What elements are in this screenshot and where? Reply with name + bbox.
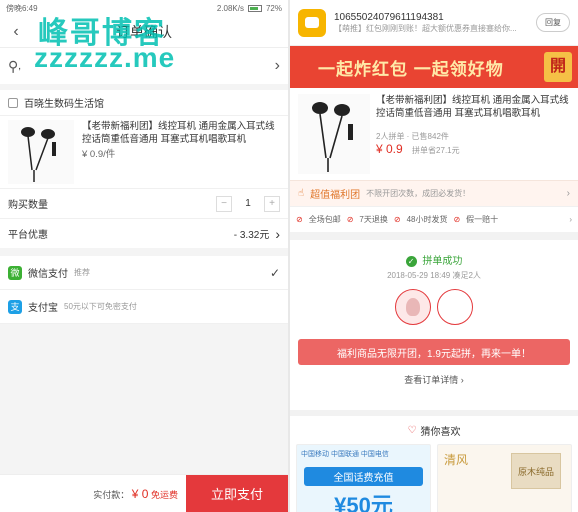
location-pin-icon: ⚲ bbox=[8, 57, 19, 74]
discount-row[interactable]: 平台优惠 - 3.32元 › bbox=[0, 218, 288, 248]
free-shipping-text: 免运费 bbox=[150, 489, 178, 500]
order-confirm-screen: 傍晚6:49 2.08K/s 72% ‹ 订单确认 ⚲ , › 百晓生数码生活馆 bbox=[0, 0, 288, 512]
sms-sender: 10655024079611194381 bbox=[334, 11, 444, 23]
open-packet-tag: 開 bbox=[544, 52, 572, 82]
network-speed: 2.08K/s bbox=[216, 3, 244, 13]
page-title: 订单确认 bbox=[116, 23, 172, 40]
shop-row[interactable]: 百晓生数码生活馆 bbox=[0, 90, 288, 116]
success-check-icon: ✓ bbox=[405, 256, 417, 267]
check-circle-icon: ⊘ bbox=[393, 215, 401, 224]
card-value: ¥50元 bbox=[334, 493, 393, 512]
recommend-card-tissue[interactable]: 清风 原木纯品 bbox=[437, 444, 572, 512]
payment-option-wechat[interactable]: 微 微信支付 推荐 ✓ bbox=[0, 256, 288, 290]
recommend-cards: 中国移动 中国联通 中国电信 全国话费充值 ¥50元 清风 原木纯品 bbox=[290, 444, 578, 512]
saving-text: 拼单省27.1元 bbox=[412, 146, 460, 155]
sms-notification[interactable]: 10655024079611194381 【萌推】红包刚刚到账！超大额优惠券直接… bbox=[290, 0, 578, 46]
recommend-title: 猜你喜欢 bbox=[420, 426, 461, 438]
header: ‹ 订单确认 bbox=[0, 16, 288, 48]
quantity-plus-button[interactable]: + bbox=[264, 195, 280, 212]
product-price: ¥ 0.9 bbox=[376, 142, 403, 156]
product-image bbox=[8, 120, 74, 184]
product-card[interactable]: 【老带新福利团】线控耳机 通用金属入耳式线控话筒重低音通用 耳塞式耳机唱歌耳机 … bbox=[290, 88, 578, 180]
product-price: ¥ 0.9/件 bbox=[82, 149, 116, 160]
quantity-minus-button[interactable]: − bbox=[216, 195, 232, 212]
guarantee-item: 48小时发货 bbox=[406, 215, 448, 224]
heart-icon: ♡ bbox=[407, 424, 417, 436]
payment-sub: 推荐 bbox=[74, 268, 90, 277]
chevron-right-icon: › bbox=[275, 225, 280, 242]
guarantee-item: 全场包邮 bbox=[308, 215, 341, 224]
alipay-icon: 支 bbox=[8, 299, 22, 314]
welfare-desc: 不限开团次数，成团必发货！ bbox=[366, 189, 471, 198]
checkout-bar: 实付款： ¥ 0 免运费 立即支付 bbox=[0, 474, 288, 512]
battery-percent: 72% bbox=[265, 3, 282, 13]
paid-amount: ¥ 0 bbox=[131, 486, 149, 501]
group-success-section: ✓ 拼单成功 2018-05-29 18:49 凑足2人 福利商品无限开团，1.… bbox=[290, 240, 578, 410]
payment-name: 支付宝 bbox=[28, 303, 58, 314]
check-icon: ✓ bbox=[269, 265, 280, 280]
payment-option-alipay[interactable]: 支 支付宝 50元以下可免密支付 bbox=[0, 290, 288, 324]
reply-button[interactable]: 回复 bbox=[536, 13, 570, 32]
address-row[interactable]: ⚲ , › bbox=[0, 48, 288, 90]
member-avatars bbox=[290, 289, 578, 325]
wechat-pay-icon: 微 bbox=[8, 265, 22, 280]
discount-value: - 3.32元 bbox=[233, 230, 270, 241]
check-circle-icon: ⊘ bbox=[296, 215, 303, 224]
recommend-header: ♡ 猜你喜欢 bbox=[290, 416, 578, 444]
product-image bbox=[298, 94, 370, 174]
welfare-group-row[interactable]: ☝ 超值福利团 不限开团次数，成团必发货！ › bbox=[290, 180, 578, 206]
check-circle-icon: ⊘ bbox=[453, 215, 461, 224]
view-order-link[interactable]: 查看订单详情 › bbox=[290, 373, 578, 386]
banner-text: 一起炸红包 一起领好物 bbox=[318, 59, 504, 79]
quantity-label: 购买数量 bbox=[8, 200, 48, 211]
quantity-row: 购买数量 − 1 + bbox=[0, 188, 288, 218]
status-bar: 傍晚6:49 2.08K/s 72% bbox=[0, 0, 288, 16]
store-icon bbox=[8, 97, 18, 108]
address-text: , bbox=[18, 60, 22, 72]
chevron-right-icon: › bbox=[566, 188, 570, 199]
product-title: 【老带新福利团】线控耳机 通用金属入耳式线控话筒重低音通用 耳塞式耳机唱歌耳机 bbox=[82, 121, 275, 145]
product-title: 【老带新福利团】线控耳机 通用金属入耳式线控话筒重低音通用 耳塞式耳机唱歌耳机 bbox=[376, 95, 569, 119]
battery-icon bbox=[247, 4, 262, 12]
quantity-value[interactable]: 1 bbox=[238, 198, 258, 209]
welfare-title: 超值福利团 bbox=[310, 190, 361, 201]
red-packet-banner[interactable]: 一起炸红包 一起领好物 開 bbox=[290, 46, 578, 88]
avatar[interactable] bbox=[437, 289, 473, 325]
total-amount: 实付款： ¥ 0 免运费 bbox=[0, 487, 186, 501]
quantity-stepper: − 1 + bbox=[216, 195, 280, 212]
recommend-card-phone-credit[interactable]: 中国移动 中国联通 中国电信 全国话费充值 ¥50元 bbox=[296, 444, 431, 512]
guarantee-item: 7天退换 bbox=[359, 215, 388, 224]
status-right: 2.08K/s 72% bbox=[217, 4, 282, 13]
discount-label: 平台优惠 bbox=[8, 230, 48, 241]
message-icon bbox=[298, 8, 326, 37]
tissue-box-image: 原木纯品 bbox=[511, 453, 561, 489]
guarantee-row[interactable]: ⊘ 全场包邮 ⊘ 7天退换 ⊘ 48小时发货 ⊘ 假一赔十 › bbox=[290, 206, 578, 232]
guarantee-item: 假一赔十 bbox=[466, 215, 499, 224]
payment-name: 微信支付 bbox=[28, 269, 68, 280]
group-success-screen: 10655024079611194381 【萌推】红包刚刚到账！超大额优惠券直接… bbox=[290, 0, 578, 512]
payment-sub: 50元以下可免密支付 bbox=[64, 302, 137, 311]
check-circle-icon: ⊘ bbox=[346, 215, 354, 224]
open-new-group-button[interactable]: 福利商品无限开团，1.9元起拼，再来一单！ bbox=[298, 339, 570, 365]
carrier-logos: 中国移动 中国联通 中国电信 bbox=[301, 451, 389, 458]
product-row[interactable]: 【老带新福利团】线控耳机 通用金属入耳式线控话筒重低音通用 耳塞式耳机唱歌耳机 … bbox=[0, 116, 288, 188]
success-title: 拼单成功 bbox=[422, 256, 463, 267]
success-time: 2018-05-29 18:49 凑足2人 bbox=[387, 271, 481, 280]
sms-message: 【萌推】红包刚刚到账！超大额优惠券直接塞给你... bbox=[334, 23, 517, 33]
chevron-right-icon: › bbox=[569, 215, 572, 224]
pay-now-button[interactable]: 立即支付 bbox=[186, 474, 288, 512]
shop-name: 百晓生数码生活馆 bbox=[24, 99, 104, 110]
card-headline: 全国话费充值 bbox=[303, 467, 424, 486]
avatar[interactable] bbox=[395, 289, 431, 325]
chevron-right-icon: › bbox=[274, 57, 280, 74]
thumbs-up-icon: ☝ bbox=[298, 188, 305, 199]
paid-label: 实付款： bbox=[93, 489, 130, 500]
status-time: 傍晚6:49 bbox=[6, 3, 38, 13]
